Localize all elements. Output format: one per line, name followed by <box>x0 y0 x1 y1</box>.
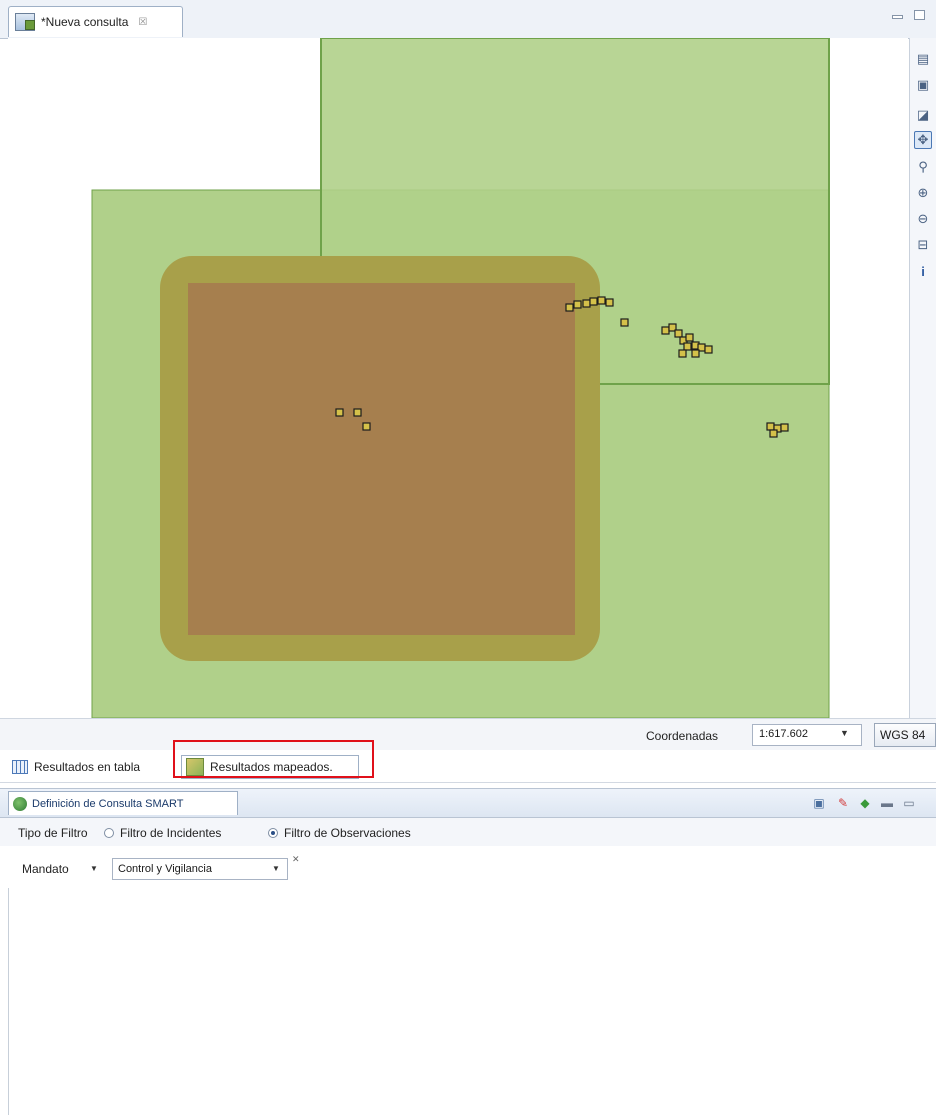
crs-button[interactable]: WGS 84 <box>874 723 936 747</box>
layer-add-icon[interactable]: ▤ <box>914 50 932 68</box>
map-status-bar: Coordenadas 1:617.602 ▼ WGS 84 <box>0 718 936 751</box>
zoom-icon[interactable]: ⚲ <box>914 158 932 176</box>
map-svg <box>91 38 830 718</box>
tab-results-table[interactable]: Resultados en tabla <box>12 755 172 779</box>
marker <box>589 297 598 306</box>
marker <box>605 298 614 307</box>
marker <box>565 303 574 312</box>
map-toolbar: ▤ ▣ ◪ ✥ ⚲ ⊕ ⊖ ⊟ i <box>909 38 936 718</box>
info-icon[interactable]: i <box>914 262 932 280</box>
core-area <box>188 283 575 635</box>
editor-tab-bar: *Nueva consulta ☒ <box>0 0 936 39</box>
extent-icon[interactable]: ⊟ <box>914 236 932 254</box>
marker <box>691 349 700 358</box>
pan-icon[interactable]: ✥ <box>914 131 932 149</box>
marker <box>780 423 789 432</box>
query-map-icon <box>15 13 35 31</box>
tab-title: *Nueva consulta <box>41 15 129 29</box>
marker <box>769 429 778 438</box>
radio-incidents[interactable] <box>104 828 114 838</box>
definition-panel-header: Definición de Consulta SMART ▣ ✎ ◆ ▬ ▭ <box>0 788 936 818</box>
chevron-down-icon[interactable]: ▼ <box>90 864 98 873</box>
marker <box>683 342 692 351</box>
marker <box>353 408 362 417</box>
map-canvas[interactable] <box>8 38 908 718</box>
close-icon[interactable]: ☒ <box>138 17 147 28</box>
criteria-row: Mandato ▼ Control y Vigilancia ▼ ✕ <box>0 848 936 888</box>
style-icon[interactable]: ◪ <box>914 106 932 124</box>
filter-type-label: Tipo de Filtro <box>18 826 88 840</box>
tab-definition[interactable]: Definición de Consulta SMART <box>8 791 238 815</box>
result-tabs: Resultados en tabla Resultados mapeados. <box>0 750 936 783</box>
maximize-icon[interactable] <box>914 10 925 20</box>
chevron-down-icon[interactable]: ▼ <box>272 864 280 873</box>
radio-observations-label: Filtro de Observaciones <box>284 826 411 840</box>
chevron-down-icon[interactable]: ▼ <box>840 728 849 738</box>
coordinates-label: Coordenadas <box>646 729 719 743</box>
marker <box>335 408 344 417</box>
marker <box>704 345 713 354</box>
filter-type-row: Tipo de Filtro Filtro de Incidentes Filt… <box>0 818 936 846</box>
marker <box>573 300 582 309</box>
tab-nueva-consulta[interactable]: *Nueva consulta ☒ <box>8 6 183 37</box>
definition-body <box>8 888 936 1115</box>
radio-observations[interactable] <box>268 828 278 838</box>
zoom-out-icon[interactable]: ⊖ <box>914 210 932 228</box>
clear-icon[interactable]: ✎ <box>836 796 850 810</box>
marker <box>678 349 687 358</box>
marker <box>766 422 775 431</box>
maximize-icon[interactable]: ▭ <box>902 796 916 810</box>
zoom-in-icon[interactable]: ⊕ <box>914 184 932 202</box>
marker <box>597 296 606 305</box>
save-icon[interactable]: ▣ <box>812 796 826 810</box>
layer-icon[interactable]: ▣ <box>914 76 932 94</box>
close-icon[interactable]: ✕ <box>292 854 300 865</box>
radio-incidents-label: Filtro de Incidentes <box>120 826 222 840</box>
panel-title: Definición de Consulta SMART <box>32 797 184 810</box>
highlight-box <box>173 740 374 778</box>
marker <box>362 422 371 431</box>
marker <box>674 329 683 338</box>
minimize-icon[interactable] <box>892 15 903 19</box>
marker <box>620 318 629 327</box>
marker <box>685 333 694 342</box>
tab-label: Resultados en tabla <box>34 760 141 774</box>
marker <box>661 326 670 335</box>
smart-icon <box>13 796 27 811</box>
mandate-dropdown[interactable]: Control y Vigilancia <box>112 858 288 880</box>
run-icon[interactable]: ◆ <box>858 796 872 810</box>
table-icon <box>12 760 28 774</box>
marker <box>582 299 591 308</box>
minimize-icon[interactable]: ▬ <box>880 796 894 810</box>
mandate-label[interactable]: Mandato <box>22 862 69 876</box>
